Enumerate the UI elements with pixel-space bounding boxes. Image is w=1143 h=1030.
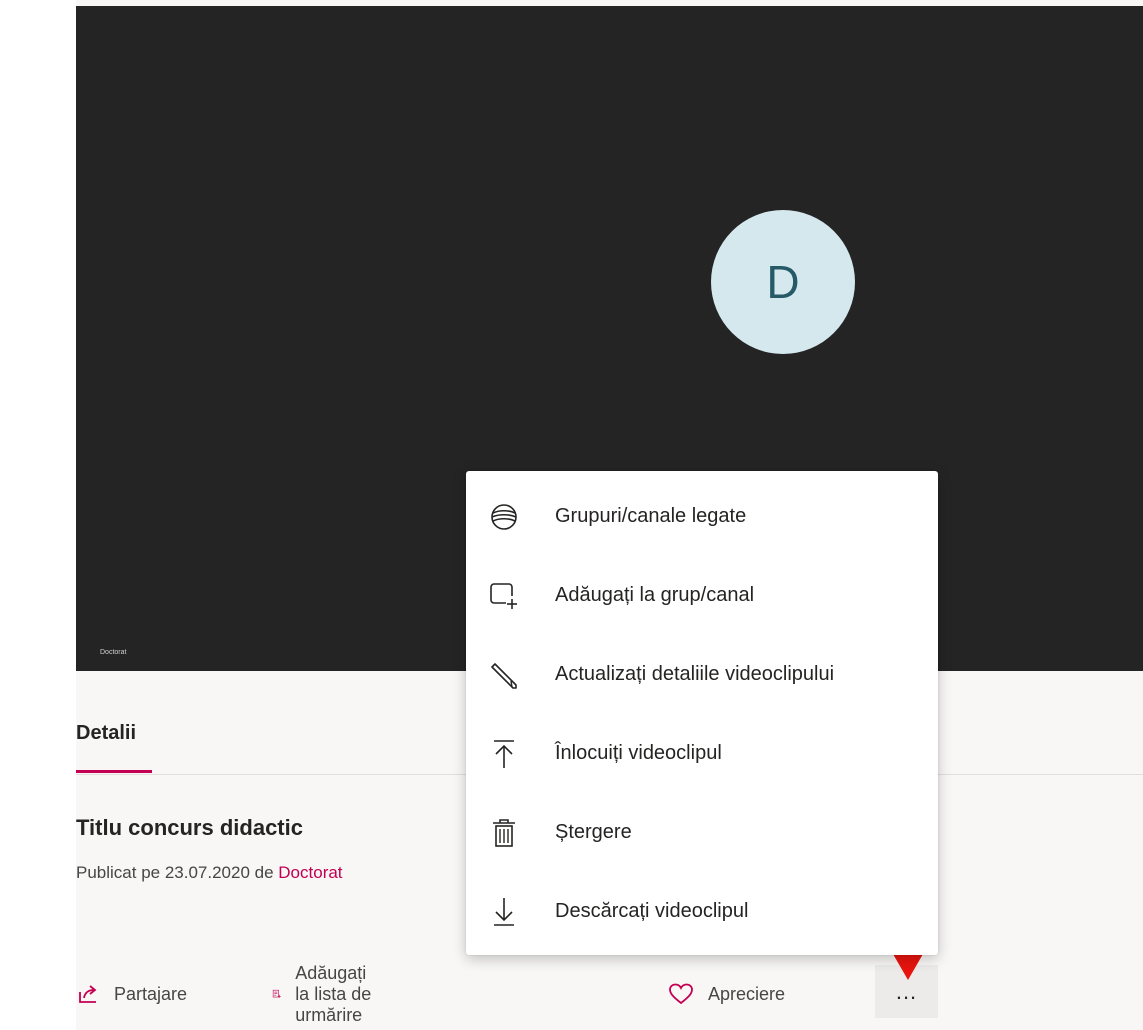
menu-item-linked-groups[interactable]: Grupuri/canale legate	[466, 477, 938, 556]
tab-details[interactable]: Detalii	[76, 722, 136, 745]
watchlist-label: Adăugați la lista de urmărire	[295, 962, 372, 1025]
heart-icon	[669, 983, 693, 1005]
like-button[interactable]: Apreciere	[668, 970, 785, 1018]
share-label: Partajare	[114, 983, 188, 1004]
video-caption: Doctorat	[100, 649, 127, 656]
menu-item-download[interactable]: Descărcați videoclipul	[466, 872, 938, 951]
menu-item-label: Grupuri/canale legate	[555, 505, 747, 527]
like-label: Apreciere	[708, 983, 786, 1004]
trash-icon	[486, 815, 522, 851]
video-title: Titlu concurs didactic	[76, 815, 303, 840]
more-options-menu: Grupuri/canale legate Adăugați la grup/c…	[466, 471, 938, 955]
menu-item-replace-video[interactable]: Înlocuiți videoclipul	[466, 714, 938, 793]
menu-item-label: Adăugați la grup/canal	[555, 584, 755, 606]
menu-item-label: Actualizați detaliile videoclipului	[555, 663, 835, 685]
watchlist-icon	[272, 989, 281, 998]
menu-item-delete[interactable]: Ștergere	[466, 793, 938, 872]
pencil-icon	[486, 657, 522, 693]
share-icon	[79, 985, 97, 1003]
menu-item-label: Descărcați videoclipul	[555, 900, 749, 922]
author-link[interactable]: Doctorat	[278, 863, 342, 882]
avatar: D	[711, 210, 855, 354]
menu-item-update-details[interactable]: Actualizați detaliile videoclipului	[466, 635, 938, 714]
published-prefix: Publicat pe 23.07.2020 de	[76, 863, 279, 882]
published-info: Publicat pe 23.07.2020 de Doctorat	[76, 863, 343, 883]
add-to-group-icon	[486, 578, 522, 614]
menu-item-add-to-group[interactable]: Adăugați la grup/canal	[466, 556, 938, 635]
add-to-watchlist-button[interactable]: Adăugați la lista de urmărire	[272, 963, 381, 1025]
left-margin	[0, 0, 76, 1030]
upload-icon	[486, 736, 522, 772]
share-button[interactable]: Partajare	[76, 970, 187, 1018]
download-icon	[486, 894, 522, 930]
menu-item-label: Ștergere	[555, 821, 632, 843]
linked-groups-icon	[486, 499, 522, 535]
tab-selected-indicator	[76, 770, 152, 773]
menu-item-label: Înlocuiți videoclipul	[555, 742, 722, 764]
